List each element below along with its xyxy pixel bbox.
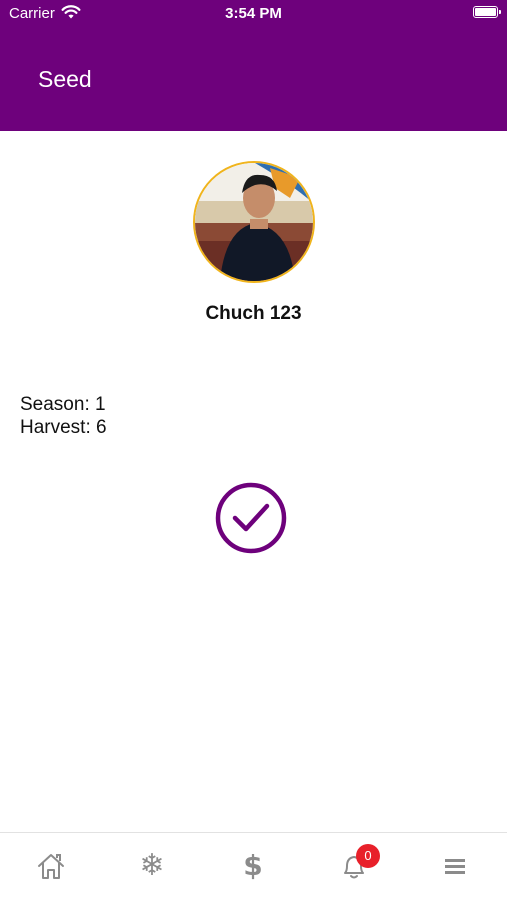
app-header: Seed bbox=[0, 28, 507, 131]
tab-bar: ❄ $ 0 bbox=[0, 832, 507, 900]
username: Chuch 123 bbox=[205, 303, 302, 324]
status-time: 3:54 PM bbox=[225, 5, 282, 22]
tab-notifications[interactable] bbox=[304, 833, 404, 899]
tab-dollar[interactable]: $ bbox=[203, 833, 303, 899]
season-label: Season: 1 bbox=[20, 394, 106, 415]
home-icon bbox=[38, 854, 64, 879]
dollar-icon: $ bbox=[243, 849, 263, 882]
page-title: Seed bbox=[38, 66, 92, 92]
tab-snowflake[interactable]: ❄ bbox=[102, 833, 202, 899]
checkmark-circle-icon bbox=[215, 482, 287, 554]
menu-icon bbox=[445, 859, 465, 874]
avatar[interactable] bbox=[193, 161, 315, 283]
harvest-label: Harvest: 6 bbox=[20, 417, 107, 438]
confirm-button[interactable] bbox=[214, 481, 288, 555]
tab-home[interactable] bbox=[1, 833, 101, 899]
tab-menu[interactable] bbox=[405, 833, 505, 899]
avatar-photo bbox=[195, 163, 313, 281]
battery-icon bbox=[473, 6, 501, 18]
snowflake-icon: ❄ bbox=[139, 849, 165, 882]
stats-block: Season: 1 Harvest: 6 bbox=[20, 393, 107, 439]
status-bar: Carrier 3:54 PM bbox=[0, 0, 507, 28]
notification-badge: 0 bbox=[356, 844, 380, 868]
